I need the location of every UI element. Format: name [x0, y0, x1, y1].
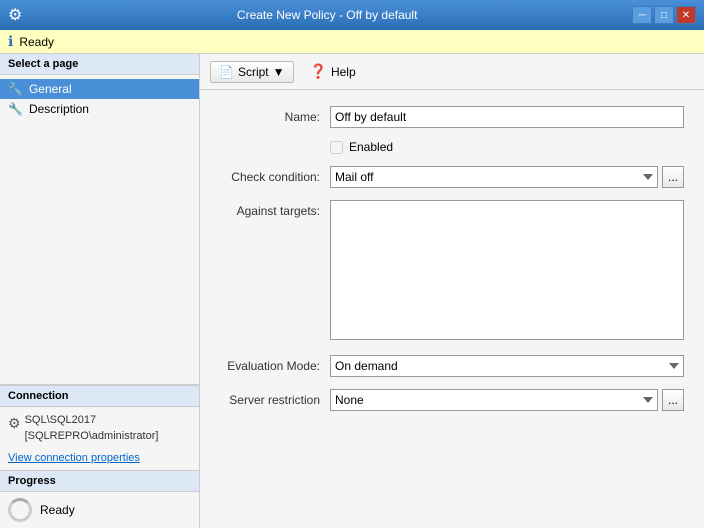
server-icon: ⚙: [8, 415, 21, 432]
view-connection-properties-link[interactable]: View connection properties: [0, 450, 199, 470]
server-restriction-row: Server restriction None ...: [220, 389, 684, 411]
toolbar: 📄 Script ▼ ❓ Help: [200, 54, 704, 90]
against-targets-label: Against targets:: [220, 200, 330, 218]
evaluation-mode-select[interactable]: On demand On change: prevent On change: …: [330, 355, 684, 377]
sidebar-item-general[interactable]: 🔧 General: [0, 79, 199, 99]
window-controls: ─ □ ✕: [632, 6, 696, 24]
server-restriction-ellipsis-button[interactable]: ...: [662, 389, 684, 411]
against-targets-row: Against targets:: [220, 200, 684, 343]
name-label: Name:: [220, 110, 330, 124]
server-restriction-control: None ...: [330, 389, 684, 411]
sidebar-item-description[interactable]: 🔧 Description: [0, 99, 199, 119]
script-button[interactable]: 📄 Script ▼: [210, 61, 294, 83]
help-label: Help: [331, 65, 356, 79]
main-layout: Select a page 🔧 General 🔧 Description Co…: [0, 54, 704, 528]
connection-user: [SQLREPRO\administrator]: [25, 429, 159, 444]
check-condition-select[interactable]: Mail off Mail on Custom: [330, 166, 658, 188]
enabled-label: Enabled: [349, 140, 393, 154]
script-label: Script: [238, 65, 269, 79]
against-targets-textarea[interactable]: [330, 200, 684, 340]
help-button[interactable]: ❓ Help: [302, 60, 364, 83]
wrench-icon-2: 🔧: [8, 102, 23, 116]
server-restriction-label: Server restriction: [220, 393, 330, 407]
close-button[interactable]: ✕: [676, 6, 696, 24]
progress-header: Progress: [0, 470, 199, 492]
progress-content: Ready: [0, 492, 199, 528]
progress-spinner: [8, 498, 32, 522]
status-bar: ℹ Ready: [0, 30, 704, 54]
description-label: Description: [29, 102, 89, 116]
against-targets-control: [330, 200, 684, 343]
connection-server: SQL\SQL2017: [25, 413, 159, 428]
maximize-button[interactable]: □: [654, 6, 674, 24]
title-bar: ⚙ Create New Policy - Off by default ─ □…: [0, 0, 704, 30]
evaluation-mode-row: Evaluation Mode: On demand On change: pr…: [220, 355, 684, 377]
connection-header: Connection: [0, 385, 199, 407]
app-icon: ⚙: [8, 5, 22, 25]
check-condition-label: Check condition:: [220, 170, 330, 184]
connection-section: Connection ⚙ SQL\SQL2017 [SQLREPRO\admin…: [0, 384, 199, 470]
minimize-button[interactable]: ─: [632, 6, 652, 24]
left-panel: Select a page 🔧 General 🔧 Description Co…: [0, 54, 200, 528]
enabled-checkbox[interactable]: [330, 141, 343, 154]
script-icon: 📄: [219, 65, 234, 79]
nav-items: 🔧 General 🔧 Description: [0, 75, 199, 123]
help-icon: ❓: [310, 63, 327, 80]
check-condition-row: Check condition: Mail off Mail on Custom…: [220, 166, 684, 188]
select-page-header: Select a page: [0, 54, 199, 75]
name-input[interactable]: [330, 106, 684, 128]
enabled-row: Enabled: [330, 140, 684, 154]
name-row: Name:: [220, 106, 684, 128]
check-condition-ellipsis-button[interactable]: ...: [662, 166, 684, 188]
wrench-icon: 🔧: [8, 82, 23, 96]
status-text: Ready: [19, 35, 54, 49]
evaluation-mode-control: On demand On change: prevent On change: …: [330, 355, 684, 377]
general-label: General: [29, 82, 72, 96]
progress-section: Progress Ready: [0, 470, 199, 528]
server-restriction-select[interactable]: None: [330, 389, 658, 411]
progress-text: Ready: [40, 503, 75, 517]
connection-details: SQL\SQL2017 [SQLREPRO\administrator]: [25, 413, 159, 444]
window-title: Create New Policy - Off by default: [22, 8, 632, 22]
name-input-area: [330, 106, 684, 128]
evaluation-mode-label: Evaluation Mode:: [220, 359, 330, 373]
content-area: Name: Enabled Check condition: Mail off …: [200, 90, 704, 528]
status-icon: ℹ: [8, 33, 13, 50]
right-panel: 📄 Script ▼ ❓ Help Name: Enabled: [200, 54, 704, 528]
connection-info: ⚙ SQL\SQL2017 [SQLREPRO\administrator]: [0, 407, 199, 450]
script-dropdown-icon: ▼: [273, 65, 285, 79]
check-condition-control: Mail off Mail on Custom ...: [330, 166, 684, 188]
